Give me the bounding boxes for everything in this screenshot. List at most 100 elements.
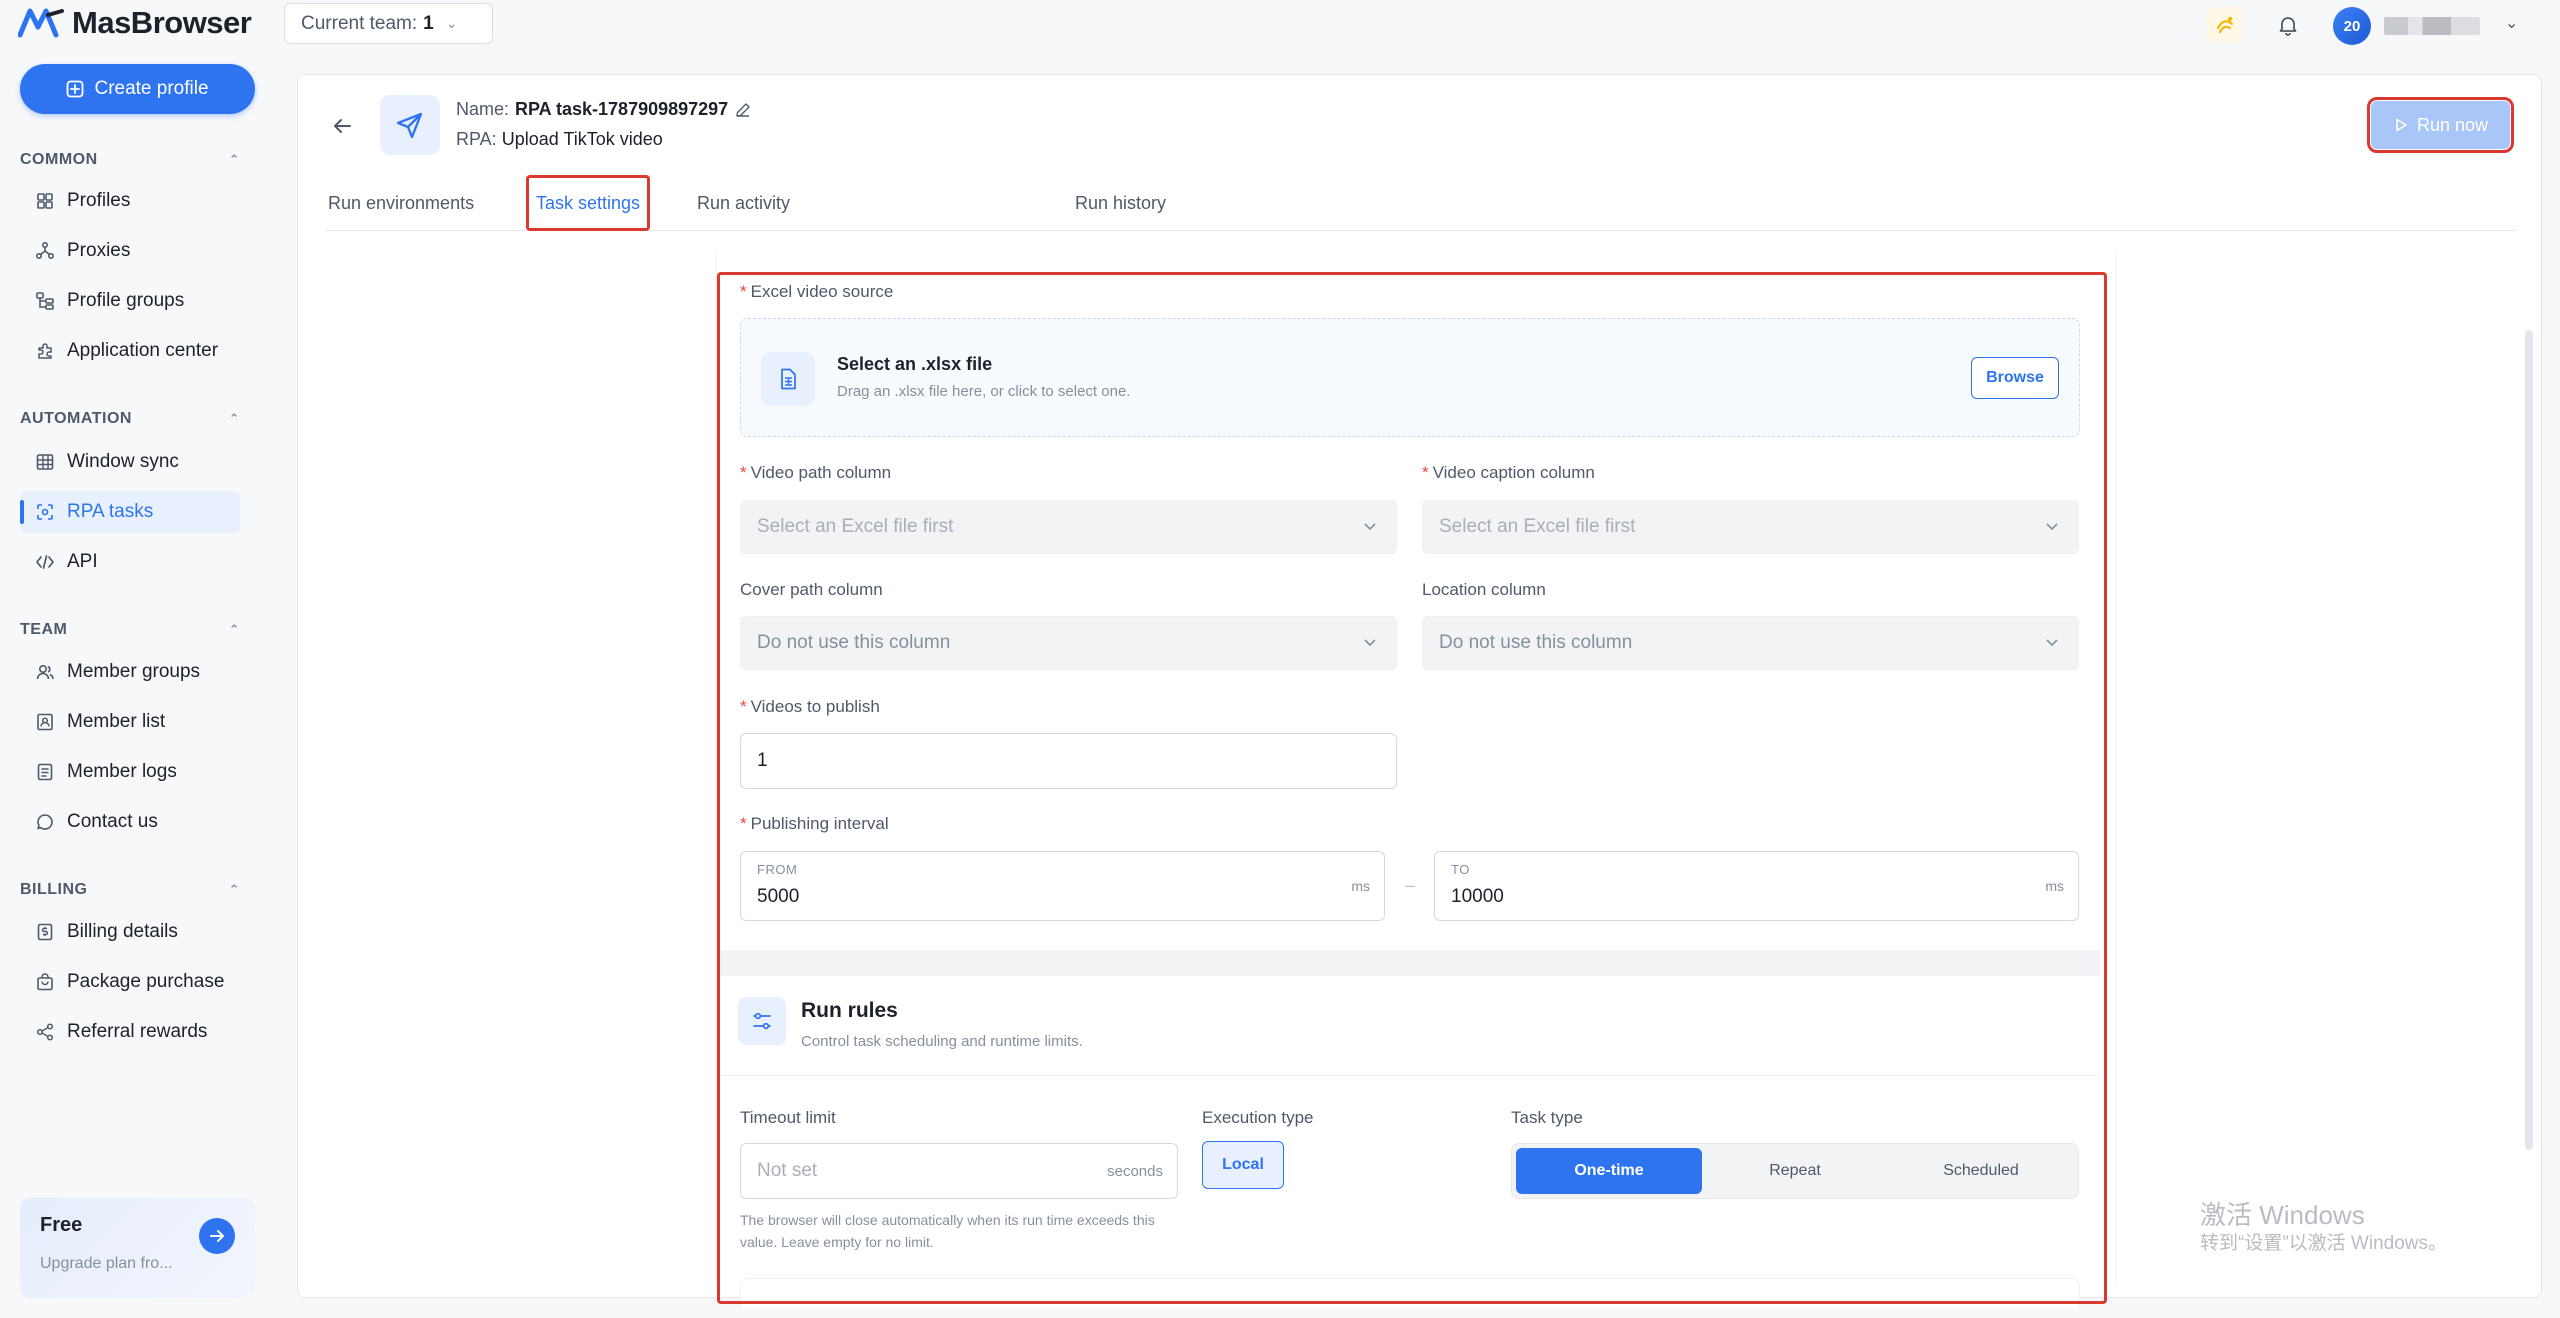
interval-from-input[interactable]: FROM 5000 ms (740, 851, 1385, 921)
task-type-one-time[interactable]: One-time (1516, 1148, 1702, 1194)
sidebar-item-billing-details[interactable]: Billing details (20, 911, 240, 953)
send-icon (396, 112, 423, 139)
excel-source-label: * Excel video source (740, 282, 894, 301)
location-label: Location column (1422, 580, 1546, 599)
videos-to-publish-input[interactable]: 1 (740, 733, 1397, 789)
create-profile-button[interactable]: Create profile (20, 64, 255, 114)
app-logo[interactable]: MasBrowser (18, 3, 252, 43)
chevron-down-icon[interactable]: ⌄ (2505, 13, 2518, 33)
tab-run-environments[interactable]: Run environments (328, 175, 474, 231)
logo-mark-icon (18, 8, 64, 38)
puzzle-icon (38, 343, 52, 359)
section-automation[interactable]: AUTOMATION ⌃ (20, 409, 240, 429)
section-common[interactable]: COMMON ⌃ (20, 150, 240, 170)
section-team[interactable]: TEAM ⌃ (20, 620, 240, 640)
sidebar-item-label: Member list (67, 711, 166, 732)
tab-run-history[interactable]: Run history (1075, 175, 1166, 231)
video-path-select[interactable]: Select an Excel file first (740, 500, 1397, 554)
edit-icon[interactable] (734, 101, 752, 119)
sidebar-item-label: Member groups (67, 661, 201, 682)
tab-task-settings[interactable]: Task settings (526, 175, 651, 231)
upgrade-button[interactable] (199, 1218, 235, 1254)
timeout-unit: seconds (1107, 1163, 1163, 1180)
sidebar-item-proxies[interactable]: Proxies (20, 230, 240, 272)
username-blurred[interactable] (2384, 17, 2480, 35)
browse-button[interactable]: Browse (1971, 357, 2059, 399)
cover-path-value: Do not use this column (757, 632, 951, 653)
sidebar-item-profiles[interactable]: Profiles (20, 180, 240, 222)
sidebar-item-label: RPA tasks (67, 501, 154, 522)
task-type-label: Task type (1511, 1108, 1583, 1127)
sidebar-item-label: Billing details (67, 921, 178, 942)
section-billing[interactable]: BILLING ⌃ (20, 880, 240, 900)
excel-dropzone[interactable]: Select an .xlsx file Drag an .xlsx file … (740, 318, 2080, 437)
sidebar-item-rpa-tasks[interactable]: RPA tasks (20, 491, 240, 533)
section-billing-label: BILLING (20, 881, 88, 898)
sidebar-item-label: Profile groups (67, 290, 185, 311)
create-profile-label: Create profile (94, 78, 209, 99)
avatar[interactable]: 20 (2333, 7, 2371, 45)
team-label: Current team: (301, 12, 418, 34)
sidebar-item-referral-rewards[interactable]: Referral rewards (20, 1011, 240, 1053)
from-value: 5000 (757, 886, 800, 907)
dropzone-description: Drag an .xlsx file here, or click to sel… (837, 383, 1131, 400)
publishing-interval-label: * Publishing interval (740, 814, 889, 833)
run-now-button[interactable]: Run now (2367, 97, 2514, 153)
bell-icon (2279, 17, 2297, 36)
videos-to-publish-label: * Videos to publish (740, 697, 880, 716)
sidebar-item-contact-us[interactable]: Contact us (20, 801, 240, 843)
tab-run-activity[interactable]: Run activity (697, 175, 790, 231)
task-icon-box (380, 95, 440, 155)
chevron-down-icon (2046, 523, 2058, 531)
task-name: Name: RPA task-1787909897297 (456, 99, 752, 120)
bag-icon (37, 973, 53, 991)
run-now-label: Run now (2416, 114, 2489, 135)
cover-path-select[interactable]: Do not use this column (740, 616, 1397, 670)
video-caption-select[interactable]: Select an Excel file first (1422, 500, 2079, 554)
plan-card[interactable]: Free Upgrade plan fro... (20, 1198, 255, 1298)
timeout-hint: The browser will close automatically whe… (740, 1212, 1155, 1250)
team-select[interactable]: Current team: 1 ⌄ (284, 3, 493, 44)
top-bar: MasBrowser Current team: 1 ⌄ 20 ⌄ (0, 0, 2560, 50)
scrollbar[interactable] (2525, 330, 2533, 1150)
sidebar-item-package-purchase[interactable]: Package purchase (20, 961, 240, 1003)
tab-label: Run history (1075, 192, 1167, 213)
chevron-up-icon: ⌃ (228, 882, 240, 897)
arrow-right-icon (210, 1230, 224, 1242)
task-rpa-value: Upload TikTok video (501, 129, 663, 149)
table-icon (36, 454, 54, 470)
section-divider (720, 950, 2100, 976)
notifications-button[interactable] (2270, 7, 2306, 43)
task-rpa-label: RPA: (456, 129, 497, 149)
chat-icon (37, 814, 53, 830)
sidebar-item-member-logs[interactable]: Member logs (20, 751, 240, 793)
sidebar-item-window-sync[interactable]: Window sync (20, 441, 240, 483)
chevron-up-icon: ⌃ (228, 622, 240, 637)
execution-local-button[interactable]: Local (1202, 1141, 1284, 1189)
task-type-repeat[interactable]: Repeat (1702, 1148, 1888, 1194)
to-label: TO (1451, 862, 1470, 877)
play-icon (2396, 118, 2407, 132)
range-separator: – (1405, 875, 1416, 895)
interval-to-input[interactable]: TO 10000 ms (1434, 851, 2079, 921)
tree-icon (36, 292, 54, 310)
location-select[interactable]: Do not use this column (1422, 616, 2079, 670)
sidebar-item-api[interactable]: API (20, 541, 240, 583)
back-arrow-icon[interactable] (330, 114, 354, 138)
video-path-label: * Video path column (740, 463, 892, 482)
invoice-icon (37, 923, 53, 941)
sidebar-item-profile-groups[interactable]: Profile groups (20, 280, 240, 322)
sidebar-item-label: API (67, 551, 98, 572)
theme-button[interactable] (2207, 7, 2243, 43)
sidebar-item-member-list[interactable]: Member list (20, 701, 240, 743)
sidebar-item-member-groups[interactable]: Member groups (20, 651, 240, 693)
sidebar-item-application-center[interactable]: Application center (20, 330, 240, 372)
chevron-up-icon: ⌃ (228, 152, 240, 167)
timeout-input[interactable]: Not set seconds (740, 1143, 1178, 1199)
next-section-card (740, 1278, 2080, 1308)
section-team-label: TEAM (20, 621, 68, 638)
app-name: MasBrowser (72, 5, 252, 40)
task-type-scheduled[interactable]: Scheduled (1888, 1148, 2074, 1194)
sidebar-item-label: Package purchase (67, 971, 225, 992)
activation-watermark-title: 激活 Windows (2200, 1200, 2365, 1230)
